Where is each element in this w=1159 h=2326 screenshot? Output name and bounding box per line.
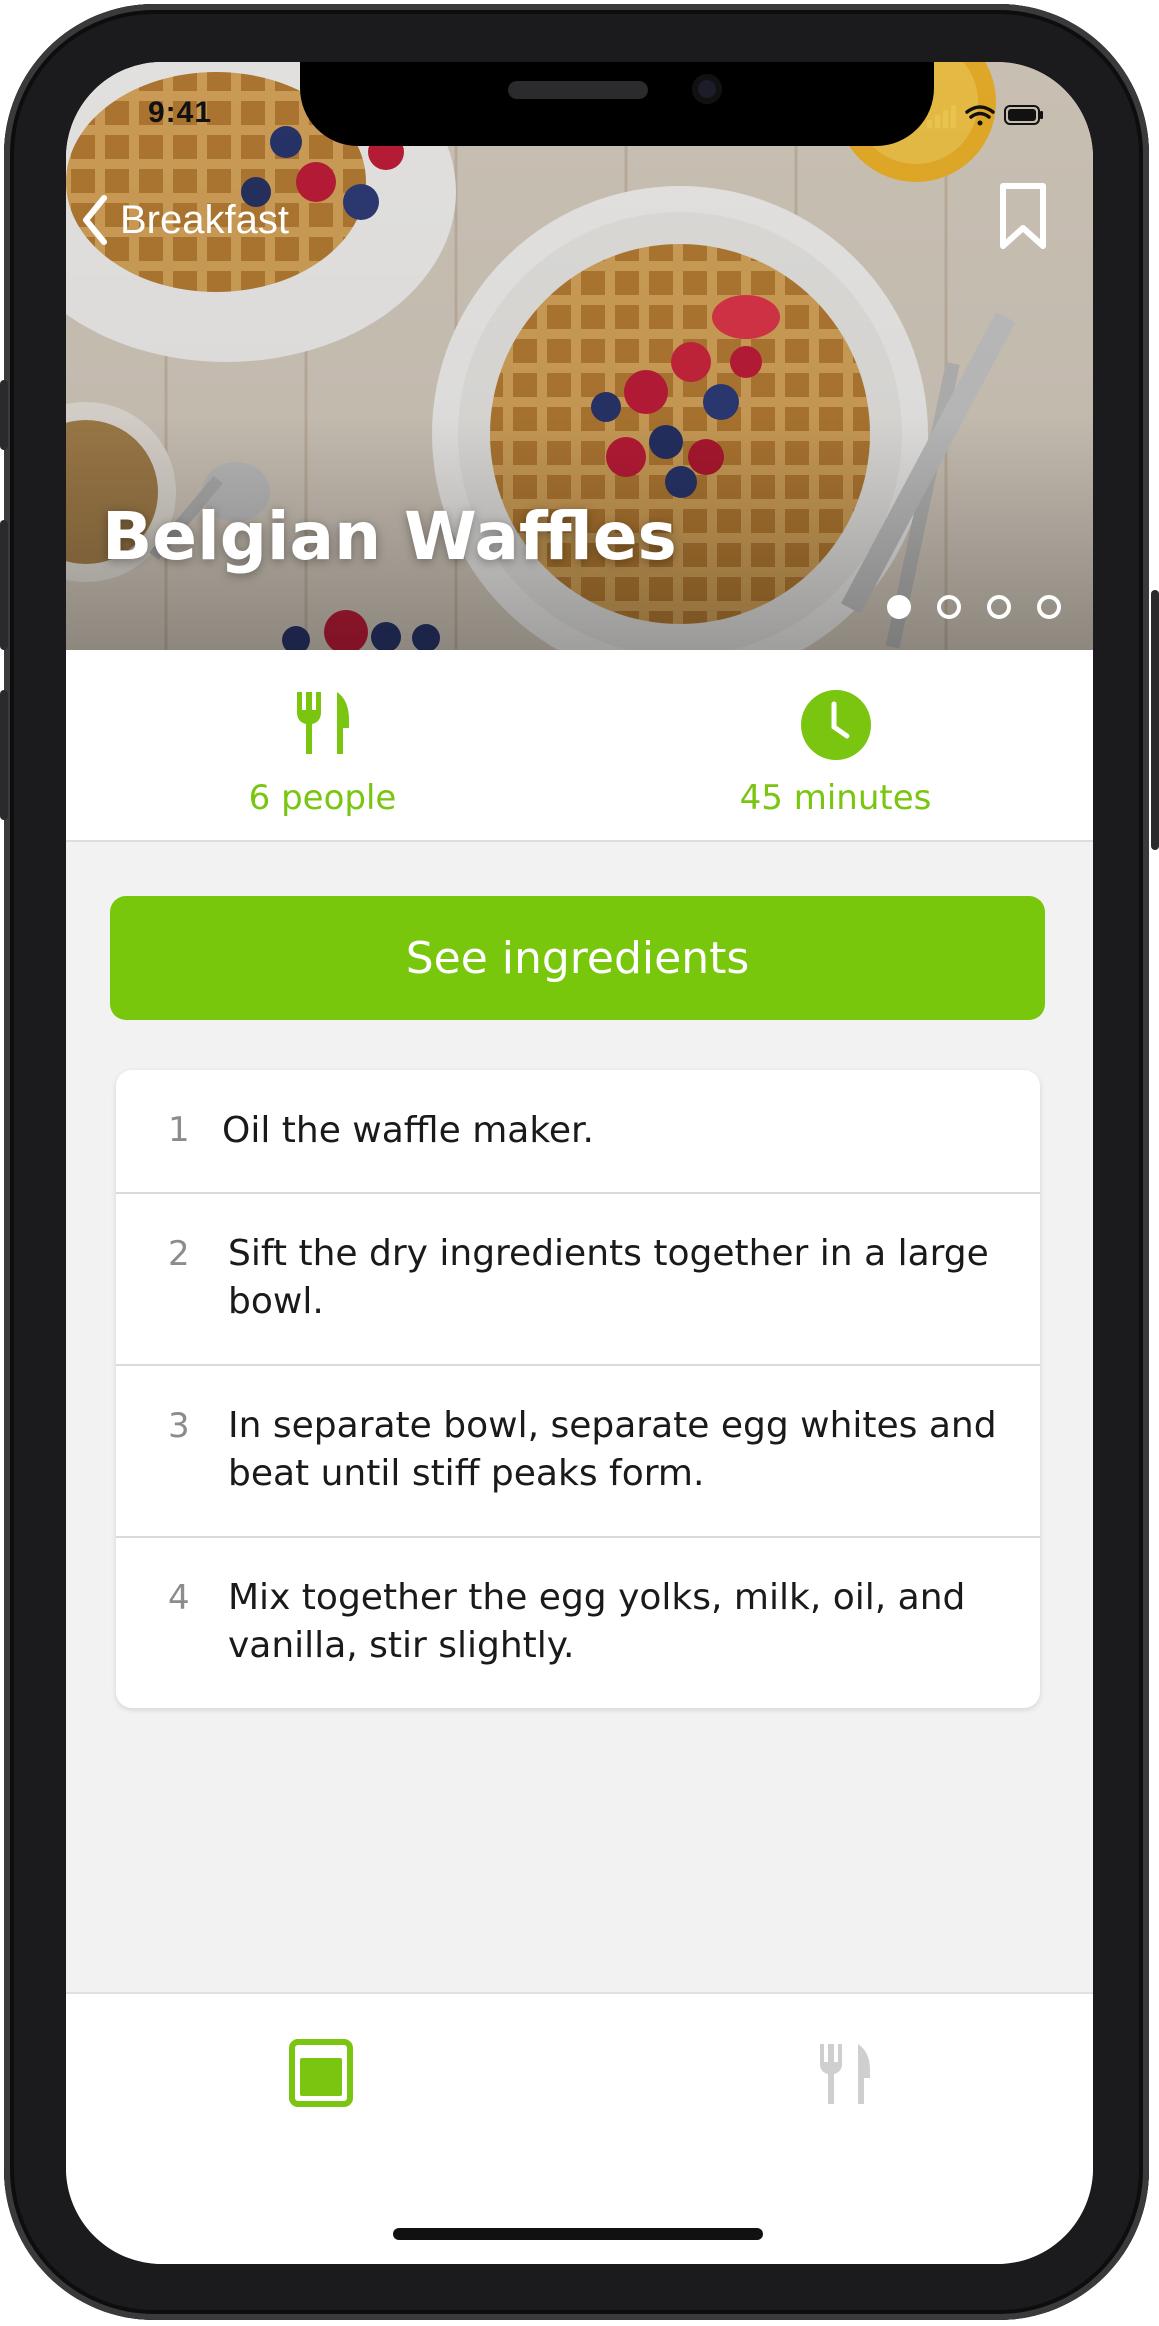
status-icons — [927, 105, 1043, 128]
step-number: 4 — [168, 1578, 190, 1618]
page-dot-2[interactable] — [937, 595, 961, 619]
recipe-book-icon — [289, 2039, 353, 2107]
clock-icon — [800, 690, 871, 760]
recipe-info-bar: 6 people 45 minutes — [66, 650, 1093, 842]
step-number: 2 — [168, 1234, 190, 1274]
duration-text: 45 minutes — [739, 778, 932, 818]
tab-ingredients[interactable] — [806, 2034, 886, 2114]
page-dot-4[interactable] — [1037, 595, 1061, 619]
fork-knife-icon — [296, 692, 349, 754]
page-dot-1[interactable] — [887, 595, 911, 619]
device-notch — [300, 62, 934, 146]
volume-down-button — [0, 690, 8, 820]
home-indicator — [393, 2228, 763, 2240]
bookmark-icon[interactable] — [995, 182, 1051, 252]
fork-knife-icon — [820, 2044, 870, 2104]
hero-image: 9:41 Breakfast Belgian Waffles — [66, 62, 1093, 650]
mute-switch — [0, 380, 8, 450]
battery-icon — [1004, 105, 1043, 125]
step-text: Sift the dry ingredients together in a l… — [228, 1233, 989, 1322]
screen: 9:41 Breakfast Belgian Waffles 6 people … — [66, 62, 1093, 2264]
chevron-left-icon — [83, 195, 107, 245]
servings-text: 6 people — [248, 778, 397, 818]
see-ingredients-button[interactable]: See ingredients — [110, 896, 1045, 1020]
earpiece-speaker — [508, 81, 648, 99]
list-item: 2 Sift the dry ingredients together in a… — [116, 1194, 1040, 1366]
image-page-indicator — [887, 595, 1061, 619]
back-button-label: Breakfast — [120, 197, 289, 242]
cellular-signal-icon — [927, 105, 956, 128]
recipe-title: Belgian Waffles — [102, 498, 677, 575]
list-item: 3 In separate bowl, separate egg whites … — [116, 1366, 1040, 1538]
page-dot-3[interactable] — [987, 595, 1011, 619]
servings-info: 6 people — [66, 650, 579, 840]
volume-up-button — [0, 520, 8, 650]
front-camera — [692, 74, 722, 104]
list-item: 4 Mix together the egg yolks, milk, oil,… — [116, 1538, 1040, 1708]
tab-bar — [66, 1992, 1093, 2264]
steps-list: 1 Oil the waffle maker. 2 Sift the dry i… — [116, 1070, 1040, 1708]
step-number: 1 — [168, 1110, 190, 1150]
step-text: Oil the waffle maker. — [222, 1110, 594, 1151]
step-number: 3 — [168, 1406, 190, 1446]
wifi-icon — [965, 105, 995, 126]
power-button — [1151, 590, 1159, 850]
status-time: 9:41 — [148, 96, 213, 129]
step-text: Mix together the egg yolks, milk, oil, a… — [228, 1577, 966, 1666]
back-button[interactable]: Breakfast — [80, 190, 289, 250]
tab-recipe[interactable] — [282, 2034, 362, 2114]
step-text: In separate bowl, separate egg whites an… — [228, 1405, 997, 1494]
list-item: 1 Oil the waffle maker. — [116, 1070, 1040, 1194]
duration-info: 45 minutes — [579, 650, 1092, 840]
